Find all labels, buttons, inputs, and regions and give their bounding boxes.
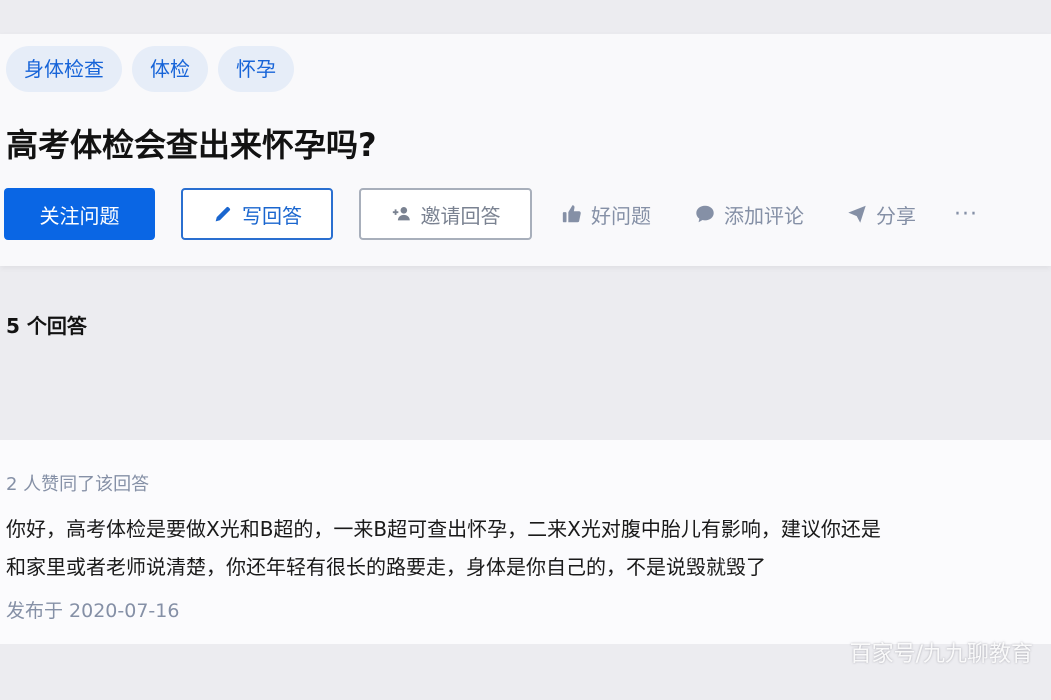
question-title: 高考体检会查出来怀孕吗? (6, 126, 377, 164)
paper-plane-icon (846, 203, 868, 225)
answer-line: 你好，高考体检是要做X光和B超的，一来B超可查出怀孕，二来X光对腹中胎儿有影响，… (6, 517, 881, 541)
good-question-label: 好问题 (591, 203, 651, 228)
pencil-icon (212, 203, 234, 225)
question-card: 身体检查 体检 怀孕 高考体检会查出来怀孕吗? 关注问题 写回答 邀请回答 好问… (0, 34, 1051, 266)
topic-tag-pregnancy[interactable]: 怀孕 (218, 46, 294, 92)
invite-answer-label: 邀请回答 (420, 203, 501, 228)
answer-line: 和家里或者老师说清楚，你还年轻有很长的路要走，身体是你自己的，不是说毁就毁了 (6, 555, 766, 579)
share-button[interactable]: 分享 (846, 188, 916, 240)
good-question-button[interactable]: 好问题 (561, 188, 651, 240)
follow-question-button[interactable]: 关注问题 (4, 188, 155, 240)
add-person-icon (391, 203, 413, 225)
thumbs-up-icon (561, 203, 583, 225)
question-actions: 关注问题 写回答 邀请回答 好问题 添加评论 分享 ··· (4, 188, 1044, 242)
add-comment-label: 添加评论 (724, 203, 804, 228)
answer-content: 你好，高考体检是要做X光和B超的，一来B超可查出怀孕，二来X光对腹中胎儿有影响，… (6, 510, 1046, 586)
answer-card: 2 人赞同了该回答 你好，高考体检是要做X光和B超的，一来B超可查出怀孕，二来X… (0, 440, 1051, 644)
follow-question-label: 关注问题 (39, 203, 120, 228)
speech-bubble-icon (694, 203, 716, 225)
topic-tag-physical-exam[interactable]: 身体检查 (6, 46, 122, 92)
watermark: 百家号/九九聊教育 (849, 642, 1033, 667)
answer-count-header: 5 个回答 (6, 314, 87, 338)
invite-answer-button[interactable]: 邀请回答 (359, 188, 532, 240)
vote-info: 2 人赞同了该回答 (6, 474, 150, 495)
add-comment-button[interactable]: 添加评论 (694, 188, 804, 240)
publish-time[interactable]: 发布于 2020-07-16 (6, 596, 179, 623)
more-actions-button[interactable]: ··· (954, 188, 978, 240)
topic-tags: 身体检查 体检 怀孕 (6, 46, 294, 92)
write-answer-button[interactable]: 写回答 (181, 188, 333, 240)
write-answer-label: 写回答 (242, 203, 302, 228)
share-label: 分享 (876, 203, 916, 228)
topic-tag-checkup[interactable]: 体检 (132, 46, 208, 92)
more-icon: ··· (954, 201, 978, 227)
